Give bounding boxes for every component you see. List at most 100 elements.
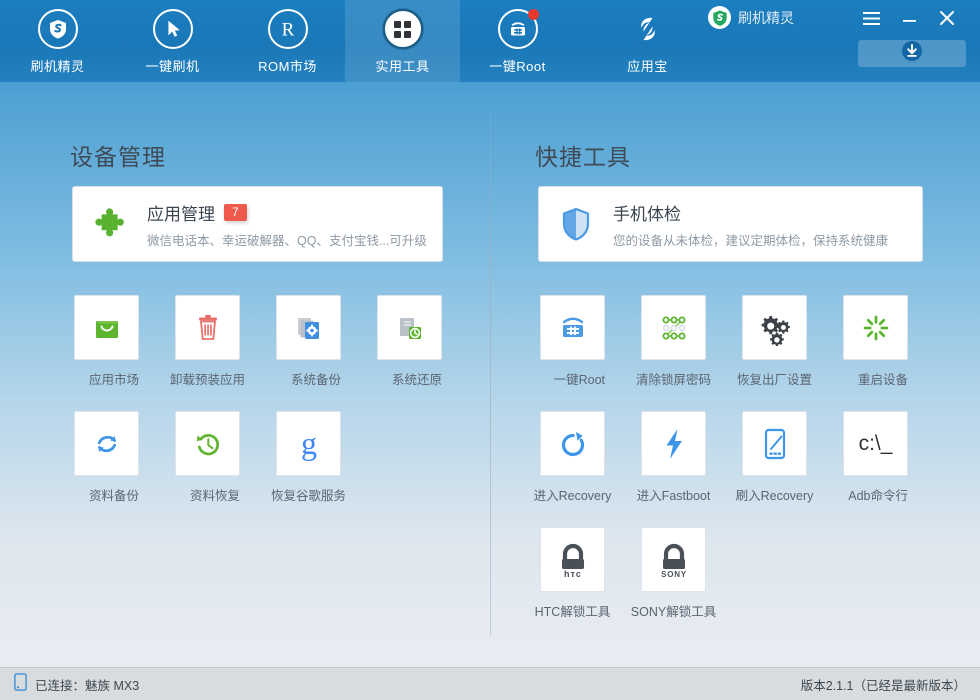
device-management-panel: 设备管理 应用管理 7 微信电话本、幸运破解器、QQ、支付宝钱...可升级 应用… bbox=[0, 82, 490, 667]
nav-item-shuajijingling[interactable]: 刷机精灵 bbox=[0, 0, 115, 82]
tile-label: Adb命令行 bbox=[848, 489, 908, 503]
google-g-icon: g bbox=[276, 411, 341, 476]
tile-label: SONY解锁工具 bbox=[630, 605, 717, 619]
svg-text:g: g bbox=[301, 425, 317, 461]
hamburger-menu-icon[interactable] bbox=[852, 4, 890, 32]
quick-tools-panel: 快捷工具 手机体检 您的设备从未体检，建议定期体检，保持系统健康 一键Root … bbox=[490, 82, 980, 667]
tile-adb-command-line[interactable]: c:\_ Adb命令行 bbox=[843, 411, 908, 505]
left-panel-title: 设备管理 bbox=[70, 144, 166, 170]
clock-rewind-icon bbox=[175, 411, 240, 476]
tile-one-key-root[interactable]: 一键Root bbox=[540, 295, 605, 389]
tile-enter-recovery[interactable]: 进入Recovery bbox=[534, 411, 611, 505]
tile-htc-unlock[interactable]: hтc HTC解锁工具 bbox=[535, 527, 610, 621]
tile-label: 资料备份 bbox=[88, 489, 139, 503]
content-area: 设备管理 应用管理 7 微信电话本、幸运破解器、QQ、支付宝钱...可升级 应用… bbox=[0, 82, 980, 667]
android-root-icon bbox=[540, 295, 605, 360]
status-bar: 已连接：魅族 MX3 版本2.1.1（已经是最新版本） bbox=[0, 667, 980, 700]
phone-checkup-card[interactable]: 手机体检 您的设备从未体检，建议定期体检，保持系统健康 bbox=[538, 186, 923, 262]
htc-padlock-icon: hтc bbox=[540, 527, 605, 592]
download-circle-icon bbox=[901, 40, 923, 67]
tile-label: 一键Root bbox=[553, 373, 605, 387]
tile-flash-recovery[interactable]: 刷入Recovery bbox=[736, 411, 813, 505]
minimize-icon[interactable] bbox=[890, 4, 928, 32]
connection-text: 已连接：魅族 MX3 bbox=[35, 678, 140, 693]
tile-system-backup[interactable]: 系统备份 bbox=[276, 295, 341, 389]
tile-label: 恢复出厂设置 bbox=[736, 373, 813, 387]
tile-system-restore[interactable]: 系统还原 bbox=[377, 295, 442, 389]
command-prompt-text: c:\_ bbox=[858, 431, 893, 455]
close-icon[interactable] bbox=[928, 4, 966, 32]
tile-app-market[interactable]: 应用市场 bbox=[74, 295, 139, 389]
tile-uninstall-preinstalled[interactable]: 卸载预装应用 bbox=[170, 295, 245, 389]
phone-icon bbox=[14, 672, 27, 696]
tile-label: 进入Fastboot bbox=[636, 489, 711, 503]
nav-item-tools[interactable]: 实用工具 bbox=[345, 0, 460, 82]
right-panel-title: 快捷工具 bbox=[535, 144, 631, 170]
card-title: 应用管理 bbox=[147, 204, 215, 224]
tile-sony-unlock[interactable]: SONY SONY解锁工具 bbox=[631, 527, 716, 621]
tile-label: HTC解锁工具 bbox=[534, 605, 611, 619]
shield-s-logo-icon bbox=[708, 6, 731, 29]
notification-dot bbox=[527, 9, 539, 20]
sync-arrows-icon bbox=[74, 411, 139, 476]
nav-item-rom-market[interactable]: R ROM市场 bbox=[230, 0, 345, 82]
nav-item-label: 实用工具 bbox=[375, 59, 430, 74]
tile-label: 刷入Recovery bbox=[735, 489, 814, 503]
status-badge: 7 bbox=[224, 203, 247, 221]
shopping-bag-icon bbox=[74, 295, 139, 360]
lightning-bolt-icon bbox=[641, 411, 706, 476]
phone-pencil-icon bbox=[742, 411, 807, 476]
tile-label: 重启设备 bbox=[857, 373, 908, 387]
brand-name: 刷机精灵 bbox=[738, 9, 794, 26]
puzzle-piece-icon bbox=[73, 204, 147, 244]
android-root-icon bbox=[497, 9, 539, 49]
grid-squares-icon bbox=[382, 9, 423, 49]
main-nav: 刷机精灵 一键刷机 R ROM市场 实用工具 一键Root 应用宝 bbox=[0, 0, 720, 82]
svg-text:SONY: SONY bbox=[661, 570, 687, 579]
tile-label: 卸载预装应用 bbox=[169, 373, 246, 387]
trash-can-icon bbox=[175, 295, 240, 360]
nav-item-yijianshuaji[interactable]: 一键刷机 bbox=[115, 0, 230, 82]
nav-item-yingyongbao[interactable]: 应用宝 bbox=[575, 0, 720, 82]
tile-restore-google-services[interactable]: g 恢复谷歌服务 bbox=[271, 411, 346, 505]
tile-label: 应用市场 bbox=[88, 373, 139, 387]
app-header: 刷机精灵 一键刷机 R ROM市场 实用工具 一键Root 应用宝 刷机精灵 bbox=[0, 0, 980, 82]
nav-item-label: 应用宝 bbox=[627, 59, 668, 74]
tile-restart-device[interactable]: 重启设备 bbox=[843, 295, 908, 389]
version-text[interactable]: 版本2.1.1（已经是最新版本） bbox=[801, 675, 966, 694]
files-restore-icon bbox=[377, 295, 442, 360]
restart-burst-icon bbox=[843, 295, 908, 360]
registered-r-icon: R bbox=[267, 9, 308, 49]
nav-item-label: 一键Root bbox=[489, 59, 546, 74]
sony-padlock-icon: SONY bbox=[641, 527, 706, 592]
shield-check-icon bbox=[539, 204, 613, 244]
svg-text:R: R bbox=[281, 20, 294, 41]
download-button[interactable] bbox=[858, 40, 966, 67]
command-prompt-icon: c:\_ bbox=[843, 411, 908, 476]
tile-enter-fastboot[interactable]: 进入Fastboot bbox=[637, 411, 710, 505]
files-gear-icon bbox=[276, 295, 341, 360]
tile-label: 资料恢复 bbox=[189, 489, 240, 503]
tile-clear-lock-password[interactable]: 清除锁屏密码 bbox=[636, 295, 711, 389]
tile-factory-reset[interactable]: 恢复出厂设置 bbox=[737, 295, 812, 389]
refresh-arrow-icon bbox=[540, 411, 605, 476]
tile-data-backup[interactable]: 资料备份 bbox=[74, 411, 139, 505]
card-subtitle: 您的设备从未体检，建议定期体检，保持系统健康 bbox=[613, 233, 889, 248]
connection-status[interactable]: 已连接：魅族 MX3 bbox=[14, 672, 140, 696]
tile-label: 系统还原 bbox=[391, 373, 442, 387]
nav-item-label: 一键刷机 bbox=[145, 59, 200, 74]
nav-item-label: ROM市场 bbox=[258, 59, 317, 74]
brand: 刷机精灵 bbox=[708, 6, 794, 29]
yingyongbao-icon bbox=[628, 9, 668, 49]
tile-data-restore[interactable]: 资料恢复 bbox=[175, 411, 240, 505]
pattern-lock-icon bbox=[641, 295, 706, 360]
tile-label: 系统备份 bbox=[290, 373, 341, 387]
tile-label: 恢复谷歌服务 bbox=[270, 489, 347, 503]
cursor-arrow-icon bbox=[152, 9, 193, 49]
nav-item-one-key-root[interactable]: 一键Root bbox=[460, 0, 575, 82]
window-controls bbox=[852, 4, 966, 32]
nav-item-label: 刷机精灵 bbox=[30, 59, 85, 74]
shield-s-icon bbox=[37, 9, 78, 49]
app-management-card[interactable]: 应用管理 7 微信电话本、幸运破解器、QQ、支付宝钱...可升级 bbox=[72, 186, 443, 262]
gears-icon bbox=[742, 295, 807, 360]
